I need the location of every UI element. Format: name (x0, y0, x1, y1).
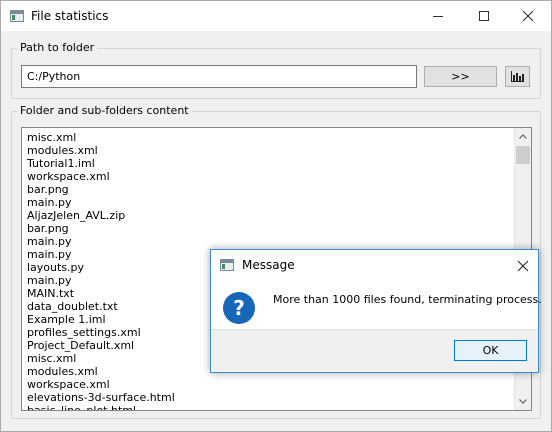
close-icon (517, 260, 528, 271)
app-window-icon (10, 10, 24, 22)
list-item[interactable]: AljazJelen_AVL.zip (22, 209, 515, 222)
dialog-message: More than 1000 files found, terminating … (273, 293, 542, 306)
path-group-label: Path to folder (17, 41, 98, 54)
scroll-thumb[interactable] (516, 146, 530, 164)
list-item[interactable]: misc.xml (22, 131, 515, 144)
go-button[interactable]: >> (424, 66, 497, 87)
statistics-button[interactable] (505, 66, 530, 87)
minimize-icon (433, 15, 443, 17)
list-item[interactable]: bar.png (22, 183, 515, 196)
scroll-down-button[interactable] (515, 393, 531, 410)
close-button[interactable] (505, 1, 551, 31)
list-item[interactable]: basic_line_plot.html (22, 404, 515, 410)
dialog-footer: OK (211, 329, 538, 372)
window-title: File statistics (31, 9, 109, 23)
list-item[interactable]: bar.png (22, 222, 515, 235)
scroll-up-button[interactable] (515, 128, 531, 145)
message-dialog: Message ? More than 1000 files found, te… (210, 249, 542, 373)
list-item[interactable]: main.py (22, 196, 515, 209)
maximize-button[interactable] (461, 1, 507, 31)
title-bar[interactable]: File statistics (1, 1, 551, 31)
list-item[interactable]: Tutorial1.iml (22, 157, 515, 170)
dialog-title-bar[interactable]: Message (211, 250, 538, 281)
dialog-body: ? More than 1000 files found, terminatin… (211, 281, 542, 329)
list-item[interactable]: elevations-3d-surface.html (22, 391, 515, 404)
dialog-window-icon (220, 259, 234, 271)
ok-button[interactable]: OK (454, 340, 527, 361)
list-item[interactable]: workspace.xml (22, 378, 515, 391)
list-item[interactable]: modules.xml (22, 144, 515, 157)
list-item[interactable]: main.py (22, 235, 515, 248)
chevron-down-icon (519, 399, 527, 404)
close-icon (522, 10, 534, 22)
list-item[interactable]: workspace.xml (22, 170, 515, 183)
dialog-close-button[interactable] (507, 250, 538, 281)
dialog-title: Message (242, 258, 295, 272)
question-icon: ? (223, 292, 255, 324)
folder-path-input[interactable]: C:/Python (21, 65, 417, 88)
chevron-up-icon (519, 134, 527, 139)
bar-chart-icon (511, 71, 524, 82)
minimize-button[interactable] (415, 1, 461, 31)
content-group-label: Folder and sub-folders content (17, 104, 192, 117)
maximize-icon (479, 11, 489, 21)
